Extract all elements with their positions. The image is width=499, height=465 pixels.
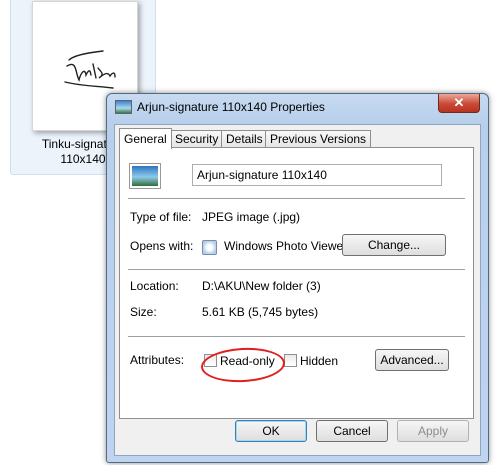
separator [128, 269, 465, 270]
type-of-file-label: Type of file: [130, 210, 192, 224]
tab-security[interactable]: Security [170, 130, 224, 148]
attributes-label: Attributes: [130, 353, 185, 367]
general-tab-panel: Arjun-signature 110x140 Type of file: JP… [119, 147, 474, 419]
tab-details[interactable]: Details [221, 130, 268, 148]
ok-button[interactable]: OK [235, 420, 307, 442]
type-of-file-value: JPEG image (.jpg) [202, 210, 301, 224]
hidden-label[interactable]: Hidden [300, 354, 338, 368]
opens-with-label: Opens with: [130, 239, 194, 253]
size-label: Size: [130, 305, 157, 319]
image-file-icon [130, 164, 160, 188]
separator [128, 336, 465, 337]
dialog-content: General Security Details Previous Versio… [114, 124, 481, 456]
properties-dialog: Arjun-signature 110x140 Properties ✕ Gen… [106, 93, 489, 463]
hidden-checkbox[interactable] [284, 354, 297, 367]
title-bar[interactable]: Arjun-signature 110x140 Properties ✕ [107, 94, 488, 120]
separator [128, 198, 465, 199]
advanced-button[interactable]: Advanced... [375, 349, 449, 371]
tab-previous-versions[interactable]: Previous Versions [265, 130, 372, 148]
close-button[interactable]: ✕ [438, 94, 480, 113]
tab-general[interactable]: General [119, 128, 172, 149]
location-value: D:\AKU\New folder (3) [202, 279, 321, 293]
opens-with-value: Windows Photo Viewer [224, 239, 348, 253]
dialog-title: Arjun-signature 110x140 Properties [137, 100, 325, 114]
apply-button[interactable]: Apply [397, 420, 469, 442]
photo-viewer-icon [202, 240, 217, 255]
image-file-icon [115, 100, 132, 114]
file-name-field[interactable]: Arjun-signature 110x140 [192, 164, 442, 186]
size-value: 5.61 KB (5,745 bytes) [202, 305, 319, 319]
cancel-button[interactable]: Cancel [316, 420, 388, 442]
location-label: Location: [130, 279, 179, 293]
change-button[interactable]: Change... [342, 234, 446, 256]
